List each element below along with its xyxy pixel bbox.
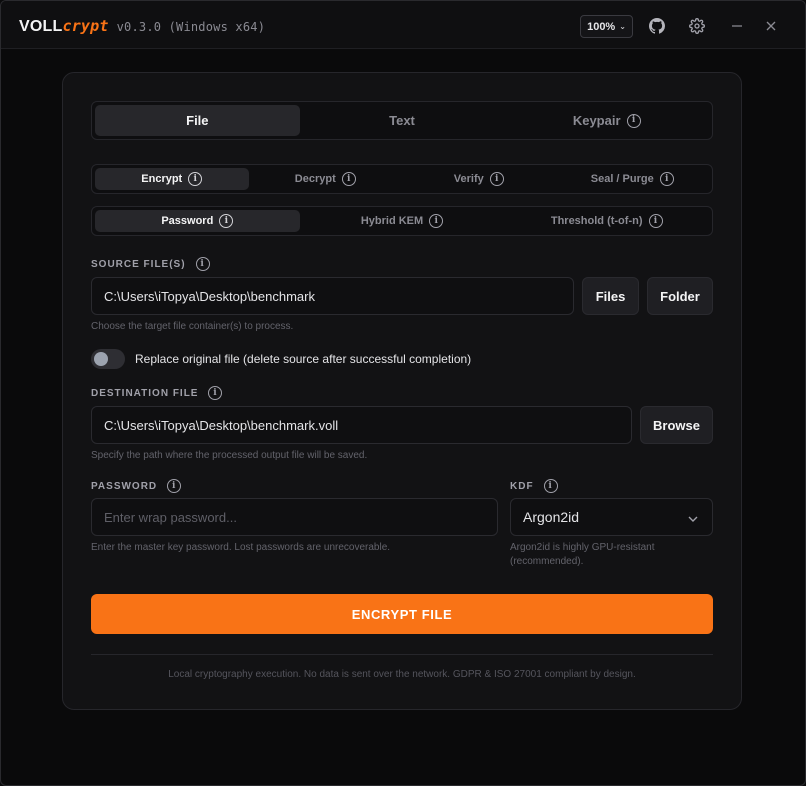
source-path-input[interactable]: C:\Users\iTopya\Desktop\benchmark <box>91 277 574 315</box>
tab-verify[interactable]: Verify i <box>402 168 556 190</box>
tab-password[interactable]: Password i <box>95 210 300 232</box>
zoom-select[interactable]: 100% ⌄ <box>580 15 633 38</box>
info-icon[interactable]: i <box>626 113 641 128</box>
password-label: PASSWORD i <box>91 479 182 493</box>
zoom-value: 100% <box>587 20 616 33</box>
github-icon[interactable] <box>648 17 666 35</box>
tab-decrypt[interactable]: Decrypt i <box>249 168 403 190</box>
close-icon[interactable] <box>762 17 780 35</box>
toggle-knob <box>94 352 108 366</box>
destination-path-input[interactable]: C:\Users\iTopya\Desktop\benchmark.voll <box>91 406 632 444</box>
method-tabs: Password i Hybrid KEM i Threshold (t-of-… <box>91 206 713 236</box>
kdf-selected-value: Argon2id <box>523 509 580 525</box>
kdf-label: KDF i <box>510 479 558 493</box>
info-icon[interactable]: i <box>543 479 558 493</box>
password-field[interactable] <box>91 498 498 536</box>
replace-original-label: Replace original file (delete source aft… <box>135 352 472 366</box>
tab-keypair[interactable]: Keypair i <box>504 105 709 136</box>
brand-main: VOLL <box>19 18 63 35</box>
destination-hint: Specify the path where the processed out… <box>91 450 368 461</box>
app-window: VOLL crypt v0.3.0 (Windows x64) 100% ⌄ Fil… <box>0 0 806 786</box>
tab-seal-purge[interactable]: Seal / Purge i <box>556 168 710 190</box>
tab-threshold[interactable]: Threshold (t-of-n) i <box>504 210 709 232</box>
browse-button[interactable]: Browse <box>640 406 713 444</box>
title-bar: VOLL crypt v0.3.0 (Windows x64) 100% ⌄ <box>1 1 805 49</box>
gear-icon[interactable] <box>688 17 706 35</box>
brand-accent: crypt <box>62 17 109 35</box>
main-card: File Text Keypair i Encrypt i Decrypt i … <box>62 72 742 710</box>
destination-label: DESTINATION FILE i <box>91 386 223 400</box>
mode-tabs: Encrypt i Decrypt i Verify i Seal / Purg… <box>91 164 713 194</box>
info-icon[interactable]: i <box>659 172 674 186</box>
kdf-hint: Argon2id is highly GPU-resistant (recomm… <box>510 542 655 567</box>
info-icon[interactable]: i <box>429 214 444 228</box>
tab-file[interactable]: File <box>95 105 300 136</box>
info-icon[interactable]: i <box>208 386 223 400</box>
password-input[interactable] <box>104 499 497 535</box>
password-hint: Enter the master key password. Lost pass… <box>91 542 391 553</box>
app-version: v0.3.0 (Windows x64) <box>116 20 266 34</box>
kdf-select[interactable]: Argon2id <box>510 498 713 536</box>
chevron-down-icon <box>688 509 698 525</box>
tab-text[interactable]: Text <box>300 105 505 136</box>
minimize-icon[interactable] <box>728 17 746 35</box>
divider <box>91 654 713 655</box>
files-button[interactable]: Files <box>582 277 639 315</box>
info-icon[interactable]: i <box>341 172 356 186</box>
tab-encrypt[interactable]: Encrypt i <box>95 168 249 190</box>
info-icon[interactable]: i <box>489 172 504 186</box>
encrypt-file-button[interactable]: ENCRYPT FILE <box>91 594 713 634</box>
folder-button[interactable]: Folder <box>647 277 713 315</box>
info-icon[interactable]: i <box>188 172 203 186</box>
source-hint: Choose the target file container(s) to p… <box>91 321 294 332</box>
replace-original-toggle[interactable] <box>91 349 125 369</box>
app-brand: VOLL crypt v0.3.0 (Windows x64) <box>19 17 265 36</box>
source-label: SOURCE FILE(S) i <box>91 257 210 271</box>
info-icon[interactable]: i <box>648 214 663 228</box>
chevron-down-icon: ⌄ <box>619 22 626 31</box>
footer-note: Local cryptography execution. No data is… <box>168 669 636 680</box>
tab-hybrid-kem[interactable]: Hybrid KEM i <box>300 210 505 232</box>
top-tabs: File Text Keypair i <box>91 101 713 140</box>
info-icon[interactable]: i <box>219 214 234 228</box>
info-icon[interactable]: i <box>167 479 182 493</box>
info-icon[interactable]: i <box>195 257 210 271</box>
